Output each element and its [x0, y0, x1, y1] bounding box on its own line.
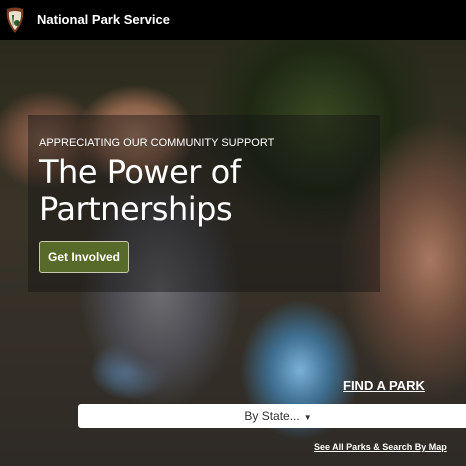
state-select-value: By State...: [244, 409, 300, 423]
site-header: National Park Service: [0, 0, 466, 40]
site-title-link[interactable]: National Park Service: [37, 12, 170, 27]
caret-down-icon: ▼: [303, 413, 312, 422]
see-all-parks-link[interactable]: See All Parks & Search By Map: [314, 442, 447, 452]
nps-arrowhead-logo[interactable]: [5, 7, 25, 34]
state-select[interactable]: By State... ▼: [78, 404, 466, 428]
get-involved-button[interactable]: Get Involved: [39, 241, 129, 273]
hero-headline: The Power of Partnerships: [39, 153, 241, 228]
hero-kicker: APPRECIATING OUR COMMUNITY SUPPORT: [39, 137, 275, 149]
find-a-park-link[interactable]: FIND A PARK: [343, 378, 425, 393]
headline-line: The Power of: [39, 153, 241, 191]
headline-line: Partnerships: [39, 190, 233, 228]
